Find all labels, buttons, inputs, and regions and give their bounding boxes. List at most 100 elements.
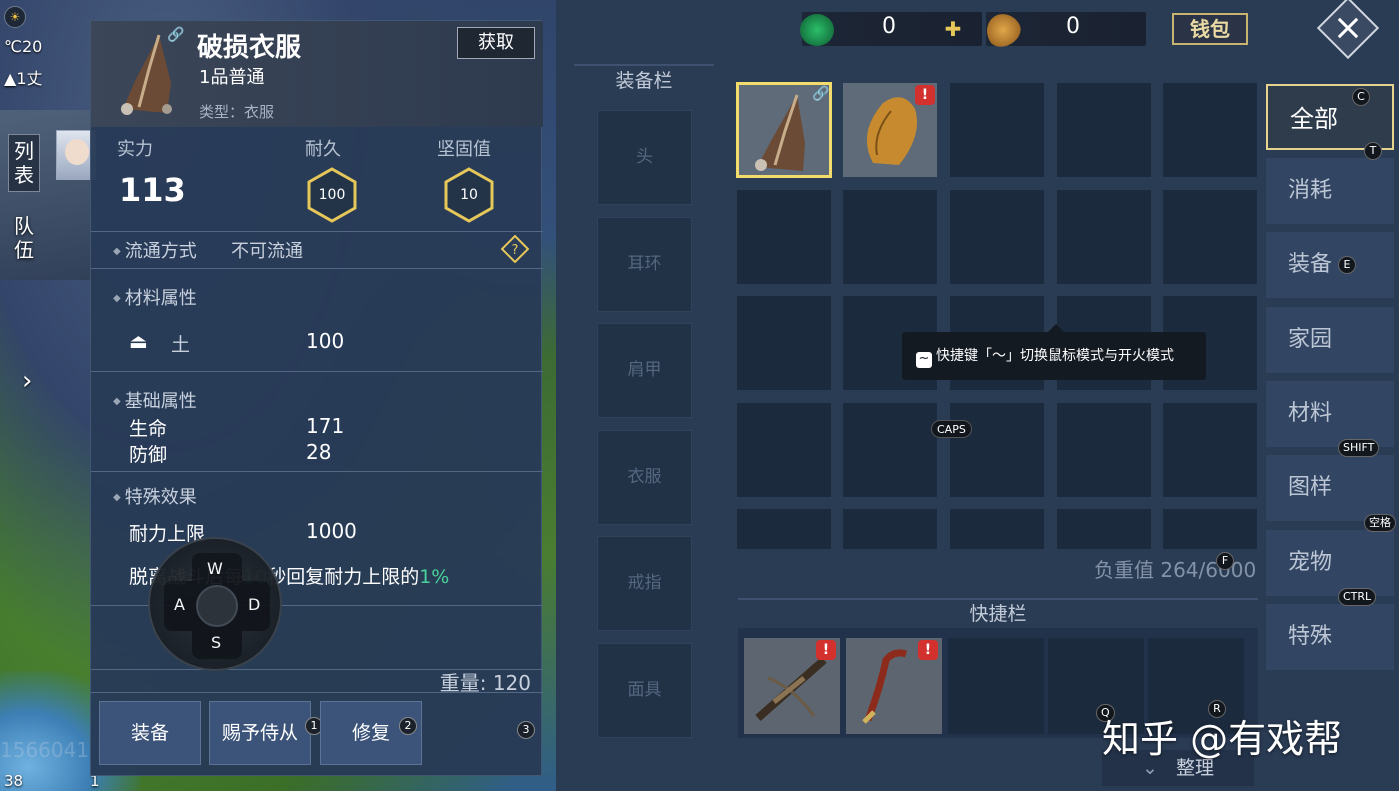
key-badge: CTRL: [1338, 588, 1377, 606]
flow-label: 流通方式: [113, 237, 197, 263]
category-tab-home[interactable]: 家园: [1266, 307, 1394, 373]
bag-slot[interactable]: [736, 402, 832, 498]
item-detail-panel: 🔗 破损衣服 1品普通 类型：衣服 获取 实力 耐久 坚固值 113 100 1…: [90, 20, 543, 776]
bag-slot[interactable]: [842, 189, 938, 285]
equip-button[interactable]: 装备: [99, 701, 201, 765]
gift-retainer-button[interactable]: 赐予侍从: [209, 701, 311, 765]
hotkey-tooltip: ~ 快捷键「～」切换鼠标模式与开火模式: [902, 324, 1206, 380]
sun-icon: ☀: [4, 6, 26, 28]
obtain-button[interactable]: 获取: [457, 27, 535, 59]
category-tab-label: 材料: [1288, 401, 1333, 426]
height-value: 1丈: [16, 69, 43, 88]
bag-slot[interactable]: [949, 82, 1045, 178]
bag-slot[interactable]: [1162, 82, 1258, 178]
durability-value: 100: [318, 187, 346, 203]
bag-slot-shell-fragment[interactable]: !: [842, 82, 938, 178]
category-tab-pets[interactable]: 宠物: [1266, 530, 1394, 596]
bag-slot[interactable]: [949, 508, 1045, 550]
firmness-label: 坚固值: [437, 139, 491, 160]
add-currency-icon[interactable]: ✚: [942, 18, 964, 40]
bag-slot[interactable]: [842, 508, 938, 550]
effect-text-mid: 秒回复耐力上限的: [267, 566, 420, 588]
key-w: W: [207, 559, 223, 578]
flow-value: 不可流通: [231, 241, 303, 262]
bottom-left-number: 38: [4, 772, 24, 790]
bag-slot[interactable]: [736, 508, 832, 550]
warning-icon: !: [816, 640, 836, 660]
durability-hex: 100: [306, 167, 358, 223]
key-d: D: [248, 595, 261, 614]
equip-slot-head[interactable]: 头: [597, 110, 692, 205]
equip-slot-shoulder[interactable]: 肩甲: [597, 323, 692, 418]
bag-slot[interactable]: [949, 402, 1045, 498]
movement-joystick[interactable]: W A D S: [148, 537, 282, 671]
category-tab-consumables[interactable]: 消耗: [1266, 158, 1394, 224]
shell-amount: 0: [1066, 14, 1080, 39]
category-tab-equipment[interactable]: 装备: [1266, 232, 1394, 298]
power-label: 实力: [117, 139, 153, 160]
equip-slot-earring[interactable]: 耳环: [597, 217, 692, 312]
category-tab-special[interactable]: 特殊: [1266, 604, 1394, 670]
equip-slot-ring[interactable]: 戒指: [597, 536, 692, 631]
key-badge: F: [1216, 552, 1234, 570]
bag-slot[interactable]: [1056, 189, 1152, 285]
firmness-hex: 10: [443, 167, 495, 223]
key-badge: 3: [517, 721, 535, 739]
bag-slot[interactable]: [1162, 402, 1258, 498]
chevron-right-icon[interactable]: ›: [22, 366, 32, 396]
link-icon: 🔗: [167, 27, 185, 43]
caps-key-badge: CAPS: [931, 420, 972, 438]
quick-slot-sabre[interactable]: !: [846, 638, 942, 734]
bag-slot[interactable]: [736, 295, 832, 391]
bag-slot[interactable]: [1056, 508, 1152, 550]
item-name: 破损衣服: [197, 33, 302, 63]
category-tab-label: 宠物: [1288, 550, 1333, 575]
divider: [91, 471, 543, 472]
stamina-value: 1000: [306, 519, 357, 543]
quick-slot[interactable]: [948, 638, 1044, 734]
equipment-title: 装备栏: [574, 64, 714, 92]
bag-slot[interactable]: [736, 189, 832, 285]
bag-slot[interactable]: [1056, 402, 1152, 498]
key-badge: C: [1352, 88, 1370, 106]
team-tab[interactable]: 队伍: [8, 214, 40, 262]
category-tab-label: 家园: [1288, 327, 1333, 352]
help-icon[interactable]: ?: [500, 234, 530, 264]
mountain-icon: ▲: [4, 69, 17, 88]
earth-element-icon: ⏏: [129, 329, 148, 353]
joystick-knob[interactable]: [196, 585, 238, 627]
def-value: 28: [306, 440, 332, 464]
material-value: 100: [306, 329, 345, 353]
bag-slot[interactable]: [1162, 189, 1258, 285]
bag-slot[interactable]: [842, 402, 938, 498]
category-tab-materials[interactable]: 材料: [1266, 381, 1394, 447]
list-tab[interactable]: 列表: [8, 134, 40, 192]
category-tab-all[interactable]: 全部: [1266, 84, 1394, 150]
hp-label: 生命: [129, 418, 168, 440]
material-name: 土: [171, 334, 191, 356]
tooltip-text: 快捷键「～」切换鼠标模式与开火模式: [936, 348, 1174, 364]
category-tab-label: 图样: [1288, 475, 1333, 500]
key-badge: T: [1364, 142, 1382, 160]
base-title: 基础属性: [113, 387, 197, 413]
bag-slot[interactable]: [949, 189, 1045, 285]
equip-slot-clothes[interactable]: 衣服: [597, 430, 692, 525]
close-icon[interactable]: [1316, 0, 1380, 60]
watermark: 知乎 @有戏帮: [1102, 717, 1343, 761]
key-badge: SHIFT: [1338, 439, 1380, 457]
jade-coin-icon: [800, 14, 834, 46]
bag-slot[interactable]: [1162, 508, 1258, 550]
equip-slot-mask[interactable]: 面具: [597, 643, 692, 738]
warning-icon: !: [918, 640, 938, 660]
wallet-button[interactable]: 钱包: [1172, 13, 1248, 45]
temperature-readout: ℃20: [4, 37, 43, 56]
divider: [91, 371, 543, 372]
category-tab-patterns[interactable]: 图样: [1266, 455, 1394, 521]
bag-slot[interactable]: [1056, 82, 1152, 178]
item-header: 🔗 破损衣服 1品普通 类型：衣服 获取: [91, 21, 543, 127]
item-type: 类型：衣服: [199, 103, 275, 121]
divider: [91, 231, 543, 232]
material-title: 材料属性: [113, 284, 197, 310]
quick-slot-crossbow[interactable]: !: [744, 638, 840, 734]
category-tab-label: 全部: [1290, 105, 1338, 133]
